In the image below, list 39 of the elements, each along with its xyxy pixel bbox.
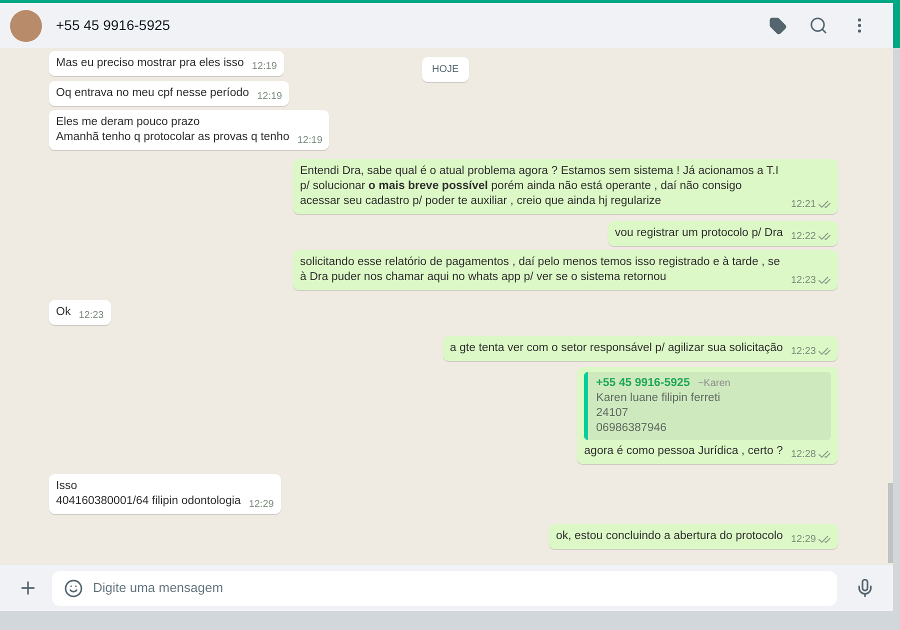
message-text: solicitando esse relatório de pagamentos , daí pelo menos temos isso registrado e à tarde , se à Dra puder nos chamar aqui no whats app p/ ver se o sistema retornou [300,255,782,285]
message-time: 12:23 [78,309,104,323]
message-text: Eles me deram pouco prazo [56,115,201,130]
message-text: Amanhã tenho q protocolar as provas q tenho [56,130,290,145]
scrollbar[interactable] [888,48,893,565]
label-icon[interactable] [769,16,787,34]
quoted-contact[interactable]: +55 45 9916-5925 ~Karen Karen luane filipin ferreti 24107 06986387946 [584,372,831,440]
message-text: a gte tenta ver com o setor responsável p/ agilizar sua solicitação [450,341,783,356]
message-time: 12:19 [257,90,282,104]
message-time: 12:19 [252,60,277,74]
search-icon[interactable] [809,16,828,35]
date-chip: HOJE [422,57,469,82]
quote-text: Karen luane filipin ferreti [596,391,722,406]
message-time: 12:21 [790,198,816,212]
message-text: Isso [56,479,78,494]
message-text: vou registrar um protocolo p/ Dra [614,226,783,241]
message-text: agora é como pessoa Jurídica , certo ? [584,444,783,459]
message-time: 12:19 [297,134,322,148]
message-time: 12:23 [790,274,816,288]
contact-name[interactable]: +55 45 9916-5925 [56,15,170,36]
message-field[interactable]: Digite uma mensagem [52,570,837,606]
message-time: 12:23 [790,345,816,359]
message-text: Mas eu preciso mostrar pra eles isso [56,56,244,71]
message-text: Oq entrava no meu cpf nesse período [56,86,250,101]
quote-text: 06986387946 [596,421,668,436]
message-time: 12:22 [790,230,816,244]
message-time: 12:29 [790,533,816,547]
message-input[interactable]: Digite uma mensagem [93,578,825,598]
message-time: 12:29 [248,498,274,512]
quote-alias: ~Karen [698,377,730,391]
quote-text: 24107 [596,406,630,421]
quote-sender: +55 45 9916-5925 [596,376,690,391]
message-text: Ok [56,305,71,320]
message-text: Entendi Dra, sabe qual é o atual problema agora ? Estamos sem sistema ! Já acionamos a T.I p/ solucionar o mais breve possível porém ainda não está operante , daí não consigo acessar seu cadastro p/ poder te auxiliar , creio que ainda hj regularize [300,164,780,209]
avatar[interactable] [10,10,42,42]
message-text: 404160380001/64 filipin odontologia [56,494,241,509]
message-time: 12:28 [790,448,816,462]
message-text: ok, estou concluindo a abertura do protocolo [556,529,783,544]
emoji-icon[interactable] [64,578,83,598]
